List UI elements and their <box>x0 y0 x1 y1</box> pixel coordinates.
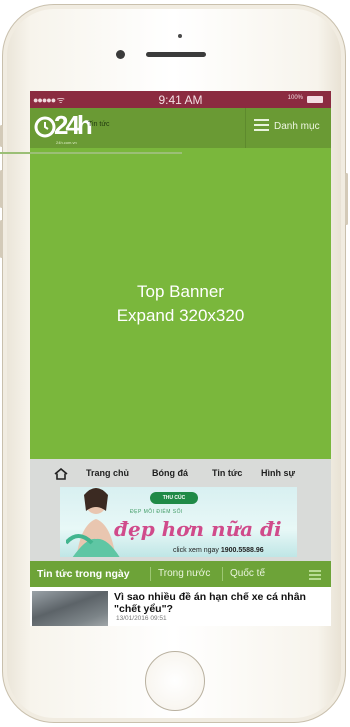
nav-item-crime[interactable]: Hình sự <box>261 468 295 478</box>
nav-item-home[interactable]: Trang chủ <box>86 468 129 478</box>
news-date: 13/01/2016 09:51 <box>116 615 167 622</box>
silent-switch <box>0 125 3 147</box>
status-time: 9:41 AM <box>158 93 203 107</box>
top-banner-placeholder[interactable]: Top Banner Expand 320x320 <box>30 280 331 328</box>
ad-tagline: ĐẸP MỖI ĐIỂM SỐI <box>130 509 183 515</box>
news-thumbnail <box>32 591 108 626</box>
banner-title: Top Banner <box>137 282 224 301</box>
page-content: Trang chủ Bóng đá Tin tức Hình sự THU CÚ… <box>30 459 331 626</box>
category-menu-button[interactable]: Danh mục <box>245 108 331 148</box>
banner-size: Expand 320x320 <box>116 306 245 325</box>
annotation-pointer-line <box>0 152 182 154</box>
news-list-item[interactable]: Vì sao nhiều đề án hạn chế xe cá nhân "c… <box>30 587 331 626</box>
power-button <box>345 173 348 225</box>
tab-today-news[interactable]: Tin tức trong ngày <box>37 568 130 580</box>
ad-phone-number: 1900.5588.96 <box>220 547 264 554</box>
tab-divider <box>150 567 151 581</box>
home-button[interactable] <box>145 651 205 711</box>
clock-logo-icon <box>34 116 56 138</box>
news-tab-bar: Tin tức trong ngày Trong nước Quốc tế <box>30 561 331 587</box>
volume-down-button <box>0 220 3 258</box>
front-camera <box>116 50 125 59</box>
phone-screen: ●●●●● ᯤ 9:41 AM 100% 24h 24h.com.vn Tin … <box>30 91 331 626</box>
logo-domain: 24h.com.vn <box>56 140 77 145</box>
nav-item-football[interactable]: Bóng đá <box>152 468 188 478</box>
main-nav: Trang chủ Bóng đá Tin tức Hình sự <box>30 459 331 485</box>
tab-international[interactable]: Quốc tế <box>230 568 265 579</box>
logo-text: 24h <box>54 110 93 140</box>
advertisement-banner[interactable]: THU CÚC ĐẸP MỖI ĐIỂM SỐI đẹp hơn nữa đi … <box>60 487 297 557</box>
ad-cta-text: click xem ngay <box>173 547 219 554</box>
ad-headline: đẹp hơn nữa đi <box>114 517 282 541</box>
battery-percent: 100% <box>287 95 303 101</box>
ad-brand-badge: THU CÚC <box>150 492 198 504</box>
ad-call-to-action: click xem ngay 1900.5588.96 <box>173 547 264 554</box>
tab-menu-icon[interactable] <box>309 570 321 580</box>
hamburger-icon <box>254 119 269 131</box>
section-label: Tin tức <box>88 121 110 128</box>
home-icon[interactable] <box>54 468 68 480</box>
earpiece-speaker <box>146 52 206 57</box>
tab-divider <box>222 567 223 581</box>
nav-item-news[interactable]: Tin tức <box>212 468 242 478</box>
status-bar: ●●●●● ᯤ 9:41 AM 100% <box>30 91 331 108</box>
battery-icon <box>307 96 323 103</box>
category-menu-label: Danh mục <box>274 121 320 132</box>
site-header: 24h 24h.com.vn Tin tức Danh mục <box>30 108 331 148</box>
volume-up-button <box>0 170 3 208</box>
proximity-sensor <box>178 34 182 38</box>
news-title[interactable]: Vì sao nhiều đề án hạn chế xe cá nhân "c… <box>114 591 328 615</box>
tab-domestic[interactable]: Trong nước <box>158 568 210 579</box>
